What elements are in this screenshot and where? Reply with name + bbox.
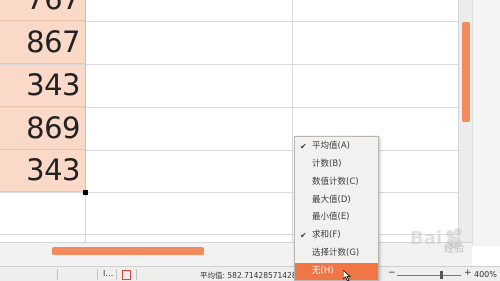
menu-item-count-numbers[interactable]: 数值计数(C): [295, 174, 378, 191]
vertical-scrollbar[interactable]: [458, 0, 472, 246]
selected-cell[interactable]: 867: [0, 22, 86, 64]
zoom-in-icon[interactable]: +: [464, 268, 472, 278]
cell-value: 343: [26, 153, 80, 187]
cell-value: 767: [26, 0, 80, 16]
spreadsheet-grid[interactable]: 767 867 343 869 343: [0, 0, 472, 246]
watermark-text: 经验: [444, 244, 464, 255]
status-sum-text[interactable]: 平均值: 582.714285714286: [200, 270, 295, 281]
status-separator: [116, 269, 117, 280]
menu-item-sum[interactable]: ✔ 求和(F): [295, 227, 378, 244]
row-divider: [0, 234, 458, 235]
row-divider: [0, 192, 458, 193]
menu-item-selection-count[interactable]: 选择计数(G): [295, 245, 378, 262]
cell-value: 867: [26, 25, 80, 59]
menu-item-none[interactable]: 无(H): [295, 263, 378, 280]
menu-item-label: 数值计数(C): [312, 177, 359, 187]
zoom-out-icon[interactable]: −: [388, 268, 396, 278]
selected-cell[interactable]: 343: [0, 150, 86, 192]
checkmark-icon: ✔: [300, 231, 307, 240]
status-separator: [136, 269, 137, 280]
menu-item-min[interactable]: 最小值(E): [295, 209, 378, 226]
menu-item-label: 最小值(E): [312, 212, 350, 222]
column-divider: [292, 0, 293, 246]
cell-value: 343: [26, 68, 80, 102]
selected-cell[interactable]: 869: [0, 108, 86, 150]
status-separator: [57, 269, 58, 280]
horizontal-scroll-thumb[interactable]: [52, 247, 204, 255]
zoom-track[interactable]: [397, 275, 461, 276]
right-panel-strip: [472, 0, 500, 246]
menu-item-average[interactable]: ✔ 平均值(A): [295, 138, 378, 155]
menu-item-label: 选择计数(G): [312, 248, 360, 258]
menu-item-label: 最大值(D): [312, 195, 351, 205]
selected-cell[interactable]: 343: [0, 65, 86, 107]
menu-item-max[interactable]: 最大值(D): [295, 192, 378, 209]
status-separator: [97, 269, 98, 280]
autofill-handle[interactable]: [83, 190, 88, 195]
menu-item-label: 求和(F): [312, 230, 341, 240]
status-function-menu[interactable]: ✔ 平均值(A) 计数(B) 数值计数(C) 最大值(D) 最小值(E) ✔ 求…: [294, 136, 379, 281]
selection-mode-indicator[interactable]: I…: [103, 269, 113, 278]
cell-value: 869: [26, 111, 80, 145]
menu-item-label: 计数(B): [312, 159, 342, 169]
zoom-percent[interactable]: 400%: [474, 270, 497, 279]
selection-border: [85, 0, 86, 192]
menu-item-label: 平均值(A): [312, 141, 350, 151]
horizontal-scrollbar[interactable]: [0, 242, 472, 266]
checkmark-icon: ✔: [300, 142, 307, 151]
document-modified-icon[interactable]: [121, 269, 131, 280]
menu-item-count[interactable]: 计数(B): [295, 156, 378, 173]
zoom-knob[interactable]: [440, 271, 443, 279]
selected-cell[interactable]: 767: [0, 0, 86, 21]
menu-item-label: 无(H): [312, 266, 334, 276]
svg-text:Bai: Bai: [410, 228, 442, 249]
mouse-cursor-icon: [343, 270, 351, 281]
zoom-slider[interactable]: − +: [388, 268, 472, 280]
status-bar: I… 平均值: 582.714285714286 − + 400%: [0, 266, 500, 281]
vertical-scroll-thumb[interactable]: [462, 22, 470, 122]
